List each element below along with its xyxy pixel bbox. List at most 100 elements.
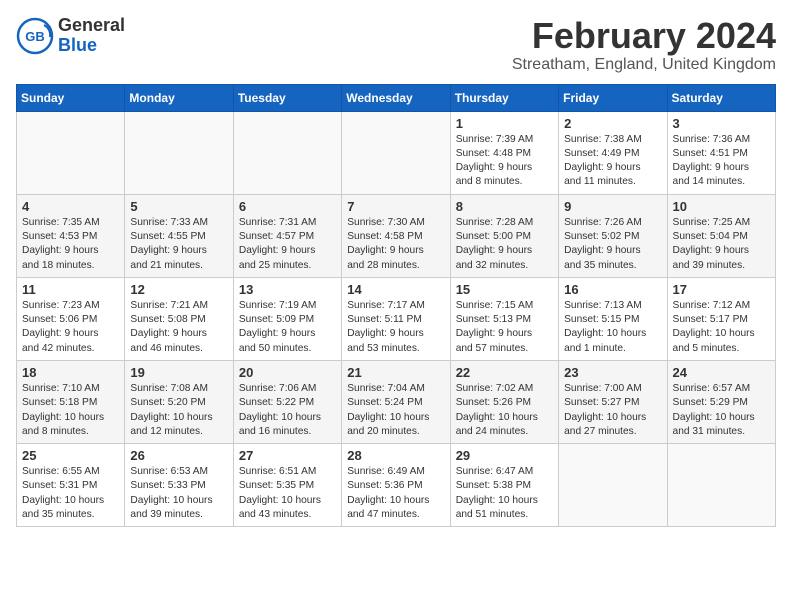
day-number: 27: [239, 448, 336, 463]
day-info: Sunrise: 7:31 AM Sunset: 4:57 PM Dayligh…: [239, 216, 336, 273]
day-number: 9: [564, 199, 661, 214]
day-info: Sunrise: 6:55 AM Sunset: 5:31 PM Dayligh…: [22, 465, 119, 522]
day-info: Sunrise: 7:12 AM Sunset: 5:17 PM Dayligh…: [673, 299, 770, 356]
day-info: Sunrise: 6:49 AM Sunset: 5:36 PM Dayligh…: [347, 465, 444, 522]
day-number: 14: [347, 282, 444, 297]
day-number: 21: [347, 365, 444, 380]
day-info: Sunrise: 7:36 AM Sunset: 4:51 PM Dayligh…: [673, 133, 770, 190]
calendar-cell: [342, 111, 450, 194]
day-info: Sunrise: 7:17 AM Sunset: 5:11 PM Dayligh…: [347, 299, 444, 356]
logo-name-line2: Blue: [58, 36, 125, 56]
calendar-cell: 4Sunrise: 7:35 AM Sunset: 4:53 PM Daylig…: [17, 194, 125, 277]
title-block: February 2024 Streatham, England, United…: [512, 16, 776, 74]
day-number: 17: [673, 282, 770, 297]
calendar-cell: 23Sunrise: 7:00 AM Sunset: 5:27 PM Dayli…: [559, 360, 667, 443]
day-number: 20: [239, 365, 336, 380]
calendar-cell: 12 Sunrise: 7:21 AM Sunset: 5:08 PM Dayli…: [125, 277, 233, 360]
day-info: Sunrise: 7:15 AM Sunset: 5:13 PM Dayligh…: [456, 299, 553, 356]
day-info: Sunrise: 7:02 AM Sunset: 5:26 PM Dayligh…: [456, 382, 553, 439]
day-info: Sunrise: 7:25 AM Sunset: 5:04 PM Dayligh…: [673, 216, 770, 273]
day-info: Sunrise: 6:57 AM Sunset: 5:29 PM Dayligh…: [673, 382, 770, 439]
day-info: Sunrise: 7:04 AM Sunset: 5:24 PM Dayligh…: [347, 382, 444, 439]
day-info: Sunrise: 7:13 AM Sunset: 5:15 PM Dayligh…: [564, 299, 661, 356]
calendar-table: SundayMondayTuesdayWednesdayThursdayFrid…: [16, 84, 776, 528]
day-info: Sunrise: 7:23 AM Sunset: 5:06 PM Dayligh…: [22, 299, 119, 356]
day-number: 18: [22, 365, 119, 380]
day-number: 4: [22, 199, 119, 214]
day-number: 1: [456, 116, 553, 131]
calendar-week-row: 11 Sunrise: 7:23 AM Sunset: 5:06 PM Dayli…: [17, 277, 776, 360]
calendar-cell: 17 Sunrise: 7:12 AM Sunset: 5:17 PM Dayli…: [667, 277, 775, 360]
day-info: Sunrise: 7:10 AM Sunset: 5:18 PM Dayligh…: [22, 382, 119, 439]
calendar-cell: 10 Sunrise: 7:25 AM Sunset: 5:04 PM Dayli…: [667, 194, 775, 277]
calendar-week-row: 4Sunrise: 7:35 AM Sunset: 4:53 PM Daylig…: [17, 194, 776, 277]
day-number: 12: [130, 282, 227, 297]
day-info: Sunrise: 7:38 AM Sunset: 4:49 PM Dayligh…: [564, 133, 661, 190]
day-number: 15: [456, 282, 553, 297]
calendar-cell: 3 Sunrise: 7:36 AM Sunset: 4:51 PM Daylig…: [667, 111, 775, 194]
calendar-cell: [17, 111, 125, 194]
day-info: Sunrise: 6:53 AM Sunset: 5:33 PM Dayligh…: [130, 465, 227, 522]
column-header-thursday: Thursday: [450, 84, 558, 111]
day-number: 16: [564, 282, 661, 297]
calendar-cell: 8Sunrise: 7:28 AM Sunset: 5:00 PM Daylig…: [450, 194, 558, 277]
calendar-cell: 9Sunrise: 7:26 AM Sunset: 5:02 PM Daylig…: [559, 194, 667, 277]
logo: GB General Blue: [16, 16, 125, 56]
day-info: Sunrise: 7:28 AM Sunset: 5:00 PM Dayligh…: [456, 216, 553, 273]
calendar-header-row: SundayMondayTuesdayWednesdayThursdayFrid…: [17, 84, 776, 111]
day-info: Sunrise: 7:00 AM Sunset: 5:27 PM Dayligh…: [564, 382, 661, 439]
day-number: 6: [239, 199, 336, 214]
day-number: 5: [130, 199, 227, 214]
day-number: 19: [130, 365, 227, 380]
day-info: Sunrise: 7:39 AM Sunset: 4:48 PM Dayligh…: [456, 133, 553, 190]
location-title: Streatham, England, United Kingdom: [512, 56, 776, 74]
day-info: Sunrise: 7:30 AM Sunset: 4:58 PM Dayligh…: [347, 216, 444, 273]
calendar-cell: 24Sunrise: 6:57 AM Sunset: 5:29 PM Dayli…: [667, 360, 775, 443]
calendar-cell: 2 Sunrise: 7:38 AM Sunset: 4:49 PM Daylig…: [559, 111, 667, 194]
day-number: 26: [130, 448, 227, 463]
calendar-cell: 22Sunrise: 7:02 AM Sunset: 5:26 PM Dayli…: [450, 360, 558, 443]
day-number: 10: [673, 199, 770, 214]
calendar-cell: 29 Sunrise: 6:47 AM Sunset: 5:38 PM Dayli…: [450, 444, 558, 527]
day-number: 3: [673, 116, 770, 131]
calendar-cell: [667, 444, 775, 527]
svg-text:GB: GB: [25, 29, 45, 44]
day-number: 13: [239, 282, 336, 297]
day-info: Sunrise: 6:47 AM Sunset: 5:38 PM Dayligh…: [456, 465, 553, 522]
calendar-cell: 1 Sunrise: 7:39 AM Sunset: 4:48 PM Daylig…: [450, 111, 558, 194]
month-title: February 2024: [512, 16, 776, 56]
day-info: Sunrise: 7:19 AM Sunset: 5:09 PM Dayligh…: [239, 299, 336, 356]
calendar-cell: 20Sunrise: 7:06 AM Sunset: 5:22 PM Dayli…: [233, 360, 341, 443]
logo-icon: GB: [16, 17, 54, 55]
calendar-week-row: 18 Sunrise: 7:10 AM Sunset: 5:18 PM Dayli…: [17, 360, 776, 443]
calendar-cell: 16 Sunrise: 7:13 AM Sunset: 5:15 PM Dayli…: [559, 277, 667, 360]
calendar-cell: 27 Sunrise: 6:51 AM Sunset: 5:35 PM Dayli…: [233, 444, 341, 527]
column-header-monday: Monday: [125, 84, 233, 111]
day-number: 2: [564, 116, 661, 131]
day-number: 28: [347, 448, 444, 463]
column-header-saturday: Saturday: [667, 84, 775, 111]
calendar-cell: 13 Sunrise: 7:19 AM Sunset: 5:09 PM Dayli…: [233, 277, 341, 360]
day-info: Sunrise: 7:21 AM Sunset: 5:08 PM Dayligh…: [130, 299, 227, 356]
column-header-friday: Friday: [559, 84, 667, 111]
day-info: Sunrise: 7:08 AM Sunset: 5:20 PM Dayligh…: [130, 382, 227, 439]
calendar-cell: 5 Sunrise: 7:33 AM Sunset: 4:55 PM Daylig…: [125, 194, 233, 277]
day-info: Sunrise: 7:33 AM Sunset: 4:55 PM Dayligh…: [130, 216, 227, 273]
page-header: GB General Blue February 2024 Streatham,…: [16, 16, 776, 74]
calendar-cell: 26 Sunrise: 6:53 AM Sunset: 5:33 PM Dayli…: [125, 444, 233, 527]
day-number: 25: [22, 448, 119, 463]
day-info: Sunrise: 6:51 AM Sunset: 5:35 PM Dayligh…: [239, 465, 336, 522]
day-number: 7: [347, 199, 444, 214]
day-number: 11: [22, 282, 119, 297]
calendar-cell: 25 Sunrise: 6:55 AM Sunset: 5:31 PM Dayli…: [17, 444, 125, 527]
calendar-cell: [233, 111, 341, 194]
day-number: 29: [456, 448, 553, 463]
calendar-cell: [559, 444, 667, 527]
calendar-cell: 6 Sunrise: 7:31 AM Sunset: 4:57 PM Daylig…: [233, 194, 341, 277]
calendar-cell: 7 Sunrise: 7:30 AM Sunset: 4:58 PM Daylig…: [342, 194, 450, 277]
logo-name-line1: General: [58, 16, 125, 36]
calendar-cell: 14 Sunrise: 7:17 AM Sunset: 5:11 PM Dayli…: [342, 277, 450, 360]
calendar-cell: 15 Sunrise: 7:15 AM Sunset: 5:13 PM Dayli…: [450, 277, 558, 360]
calendar-cell: 11 Sunrise: 7:23 AM Sunset: 5:06 PM Dayli…: [17, 277, 125, 360]
calendar-cell: [125, 111, 233, 194]
